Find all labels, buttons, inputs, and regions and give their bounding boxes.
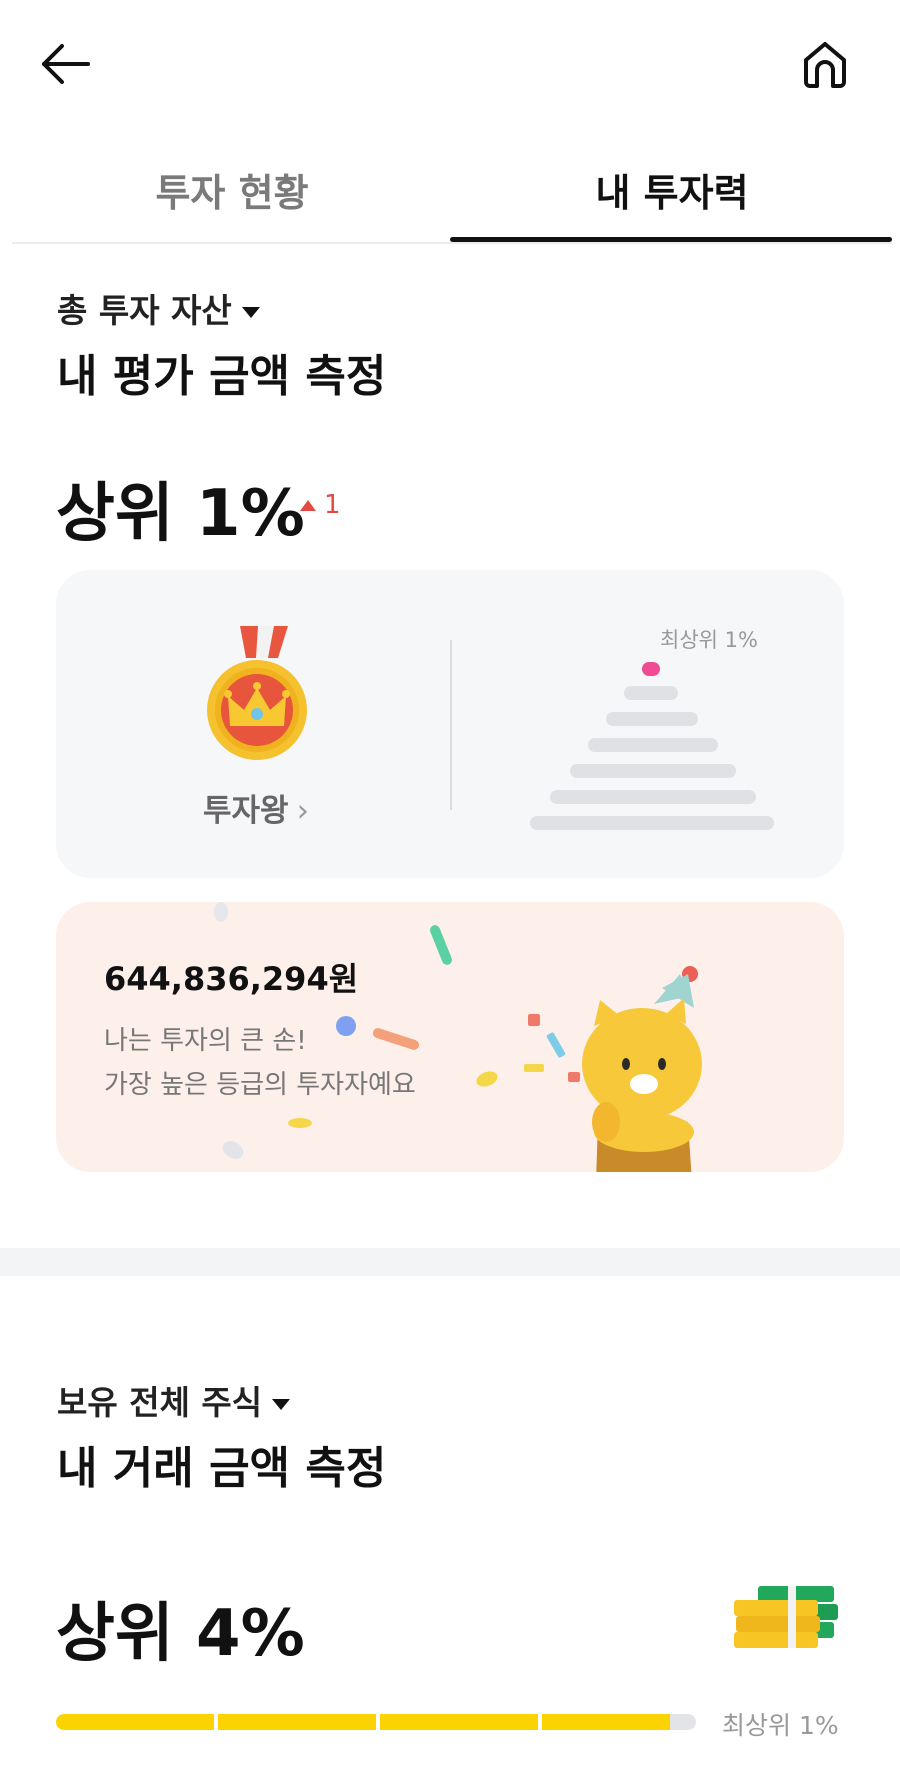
pyramid-top-label: 최상위 1% <box>660 628 758 652</box>
pyramid-tier <box>606 712 698 726</box>
confetti <box>524 1064 544 1072</box>
promo-message-line2: 가장 높은 등급의 투자자예요 <box>104 1070 416 1100</box>
back-button[interactable] <box>38 40 94 88</box>
trading-rank: 상위 4% <box>56 1597 305 1671</box>
grade-card: 투자왕 › 최상위 1% <box>56 570 844 878</box>
confetti <box>474 1068 500 1090</box>
rank-change-value: 1 <box>324 490 341 520</box>
crown-medal-icon <box>192 622 322 762</box>
pyramid-tier <box>624 686 678 700</box>
card-divider <box>450 640 452 810</box>
grade-link[interactable]: 투자왕 › <box>56 785 456 830</box>
arrow-left-icon <box>42 44 90 84</box>
valuation-rank: 상위 1% <box>56 477 305 551</box>
progress-segment <box>380 1714 538 1730</box>
stock-filter-label: 보유 전체 주식 <box>57 1383 263 1422</box>
rank-progress-bar <box>56 1714 696 1730</box>
progress-segment <box>542 1714 670 1730</box>
mascot-character <box>576 952 746 1172</box>
caret-down-icon <box>272 1399 291 1410</box>
section-title-trading: 내 거래 금액 측정 <box>57 1443 387 1494</box>
confetti <box>288 1118 312 1128</box>
progress-segment <box>56 1714 214 1730</box>
confetti <box>528 1014 540 1026</box>
home-icon <box>804 42 846 88</box>
tab-investment-status[interactable]: 투자 현황 <box>12 162 452 217</box>
confetti <box>546 1031 566 1059</box>
pyramid-tier <box>588 738 718 752</box>
stock-filter-dropdown[interactable]: 보유 전체 주식 <box>57 1376 291 1424</box>
active-tab-indicator <box>450 237 892 242</box>
asset-filter-dropdown[interactable]: 총 투자 자산 <box>57 284 260 332</box>
money-stack-icon <box>732 1582 840 1652</box>
caret-down-icon <box>241 307 260 318</box>
home-button[interactable] <box>800 38 850 90</box>
tab-my-investment-power[interactable]: 내 투자력 <box>452 162 892 217</box>
my-rank-marker <box>642 662 660 676</box>
rank-change-badge: 1 <box>300 490 341 520</box>
confetti <box>336 1016 356 1036</box>
rank-up-icon <box>300 499 316 511</box>
pyramid-tier <box>570 764 736 778</box>
section-title-valuation: 내 평가 금액 측정 <box>57 351 387 402</box>
promo-card: 644,836,294원 나는 투자의 큰 손! 가장 높은 등급의 투자자예요 <box>56 902 844 1172</box>
progress-remaining <box>670 1714 696 1730</box>
confetti <box>428 923 454 967</box>
pyramid-tier <box>530 816 774 830</box>
confetti <box>371 1026 421 1052</box>
progress-top-label: 최상위 1% <box>722 1711 839 1740</box>
promo-message-line1: 나는 투자의 큰 손! <box>104 1026 307 1056</box>
pyramid-tier <box>550 790 756 804</box>
progress-segment <box>218 1714 376 1730</box>
asset-filter-label: 총 투자 자산 <box>57 291 232 330</box>
section-separator <box>0 1248 900 1276</box>
grade-name-label: 투자왕 <box>203 793 289 829</box>
top-bar <box>0 0 900 130</box>
tab-bar: 투자 현황 내 투자력 <box>12 140 892 244</box>
chevron-right-icon: › <box>296 793 309 829</box>
confetti <box>219 1137 247 1163</box>
confetti <box>214 902 228 922</box>
valuation-amount: 644,836,294원 <box>104 960 359 998</box>
